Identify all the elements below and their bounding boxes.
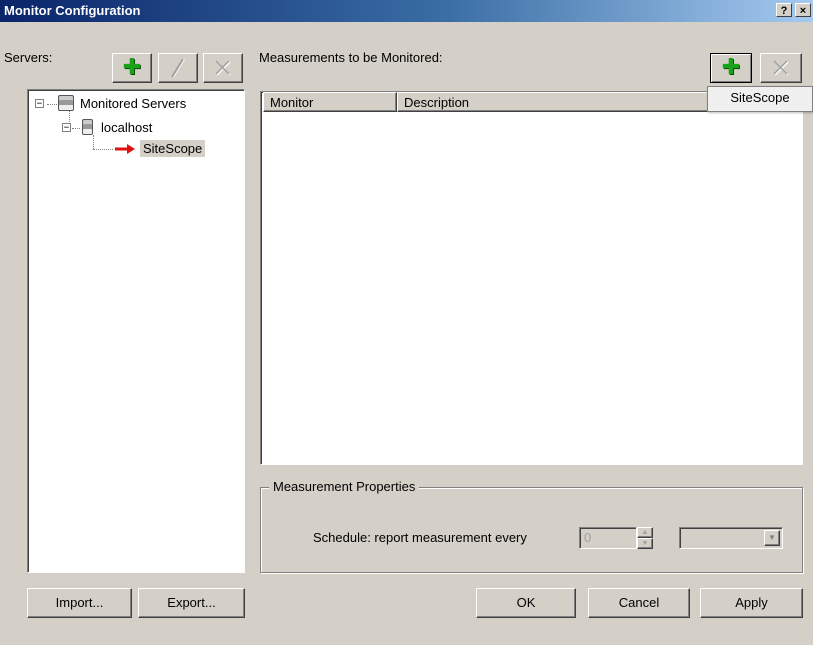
group-label: Measurement Properties bbox=[269, 479, 420, 494]
apply-button[interactable]: Apply bbox=[700, 588, 803, 618]
tree-node-label: localhost bbox=[101, 119, 153, 135]
menu-item-sitescope[interactable]: SiteScope bbox=[730, 90, 789, 105]
schedule-label: Schedule: report measurement every bbox=[313, 530, 527, 545]
help-button[interactable]: ? bbox=[776, 3, 792, 17]
window-title: Monitor Configuration bbox=[4, 3, 141, 18]
collapse-icon[interactable]: − bbox=[35, 98, 44, 108]
delete-server-button[interactable] bbox=[203, 53, 243, 83]
x-icon bbox=[215, 60, 231, 76]
edit-server-button[interactable] bbox=[158, 53, 198, 83]
tree-node-label: Monitored Servers bbox=[80, 95, 187, 111]
pencil-icon bbox=[171, 58, 185, 78]
servers-tree[interactable]: − Monitored Servers − localhost SiteScop… bbox=[27, 89, 245, 573]
schedule-spinner[interactable]: ▲ ▼ bbox=[637, 527, 653, 549]
schedule-value: 0 bbox=[584, 530, 592, 545]
tree-connector bbox=[93, 149, 113, 150]
red-arrow-icon bbox=[115, 143, 135, 154]
title-bar: Monitor Configuration ? × bbox=[0, 0, 813, 22]
measurement-properties-group: Measurement Properties Schedule: report … bbox=[260, 479, 803, 573]
import-button[interactable]: Import... bbox=[27, 588, 132, 618]
ok-button[interactable]: OK bbox=[476, 588, 576, 618]
tree-node-localhost[interactable]: − localhost bbox=[62, 119, 152, 135]
servers-label: Servers: bbox=[4, 50, 53, 65]
measurements-list[interactable]: Monitor Description bbox=[260, 91, 803, 465]
plus-icon: ✚ bbox=[721, 55, 741, 80]
close-button[interactable]: × bbox=[795, 3, 811, 17]
tree-connector bbox=[93, 135, 94, 149]
add-server-button[interactable]: ✚ bbox=[112, 53, 152, 83]
server-group-icon bbox=[58, 95, 74, 111]
export-button[interactable]: Export... bbox=[138, 588, 245, 618]
collapse-icon[interactable]: − bbox=[62, 122, 71, 132]
tree-node-monitored-servers[interactable]: − Monitored Servers bbox=[35, 95, 186, 111]
x-icon bbox=[773, 60, 789, 76]
spin-up-icon[interactable]: ▲ bbox=[637, 527, 653, 538]
delete-measurement-button[interactable] bbox=[760, 53, 802, 83]
tree-node-sitescope[interactable]: SiteScope bbox=[114, 140, 206, 157]
column-header-monitor[interactable]: Monitor bbox=[263, 92, 397, 112]
tree-node-label: SiteScope bbox=[140, 140, 206, 157]
schedule-value-input[interactable]: 0 bbox=[579, 527, 637, 549]
measurements-label: Measurements to be Monitored: bbox=[259, 50, 443, 65]
server-icon bbox=[82, 119, 93, 135]
schedule-unit-select[interactable]: ▼ bbox=[679, 527, 783, 549]
plus-icon: ✚ bbox=[122, 55, 142, 80]
chevron-down-icon[interactable]: ▼ bbox=[764, 530, 780, 546]
spin-down-icon[interactable]: ▼ bbox=[637, 538, 653, 549]
add-measurement-button[interactable]: ✚ bbox=[710, 53, 752, 83]
cancel-button[interactable]: Cancel bbox=[588, 588, 690, 618]
add-monitor-menu: SiteScope bbox=[707, 86, 813, 112]
